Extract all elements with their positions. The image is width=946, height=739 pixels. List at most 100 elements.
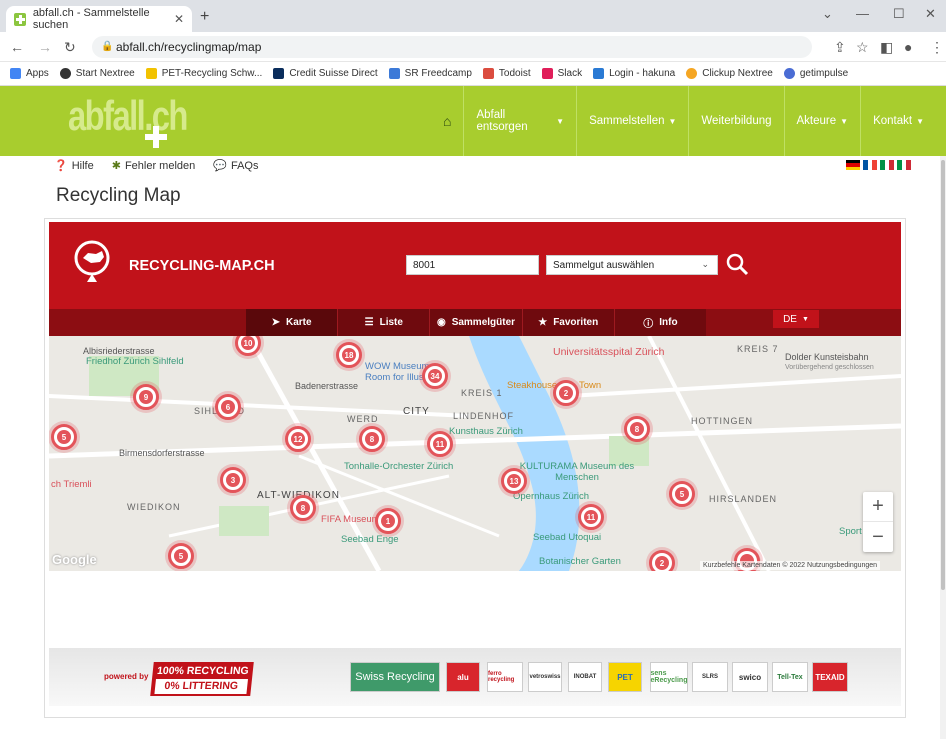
zoom-out-button[interactable]: − — [863, 522, 893, 552]
faqs-link[interactable]: 💬 FAQs — [213, 159, 258, 173]
partner-alu[interactable]: alu — [446, 662, 480, 692]
tab-info[interactable]: ⓘ Info — [613, 309, 706, 336]
bookmark-getimpulse[interactable]: getimpulse — [783, 68, 848, 79]
close-tab-icon[interactable]: ✕ — [174, 12, 184, 26]
tab-liste[interactable]: ☰ Liste — [337, 309, 429, 336]
partner-sens[interactable]: sens eRecycling — [650, 662, 688, 692]
tab-search-icon[interactable]: ⌄ — [822, 6, 833, 22]
new-tab-button[interactable]: + — [200, 8, 209, 26]
url-text: abfall.ch/recyclingmap/map — [116, 40, 262, 54]
report-error-link[interactable]: ✱ Fehler melden — [112, 159, 196, 173]
site-logo[interactable]: abfall.ch — [68, 92, 188, 140]
map-marker[interactable]: 12 — [285, 426, 311, 452]
minimize-button[interactable]: — — [856, 6, 869, 21]
map-label-poi: Tonhalle-Orchester Zürich — [344, 461, 454, 472]
maximize-button[interactable]: ☐ — [893, 6, 905, 22]
nav-home[interactable]: ⌂ — [431, 86, 463, 156]
map-marker[interactable]: 5 — [168, 543, 194, 569]
zip-input[interactable]: 8001 — [406, 255, 539, 275]
partner-tell-tex[interactable]: Tell-Tex — [772, 662, 808, 692]
address-bar[interactable]: 🔒 abfall.ch/recyclingmap/map — [92, 36, 812, 58]
map-marker[interactable]: 5 — [669, 481, 695, 507]
help-link[interactable]: ❓ Hilfe — [54, 159, 94, 173]
map-marker[interactable]: 2 — [553, 380, 579, 406]
badge-line2: 0% LITTERING — [154, 679, 248, 694]
map-canvas[interactable]: Albisriederstrasse Friedhof Zürich Sihlf… — [49, 336, 901, 571]
sidepanel-icon[interactable]: ◧ — [880, 39, 893, 56]
map-marker[interactable]: 8 — [359, 426, 385, 452]
recycling-littering-badge[interactable]: 100% RECYCLING 0% LITTERING — [150, 662, 254, 696]
bookmark-start-nextree[interactable]: Start Nextree — [59, 68, 135, 79]
page-scrollbar-thumb[interactable] — [941, 160, 945, 590]
language-dropdown[interactable]: DE ▼ — [773, 310, 819, 328]
browser-tab[interactable]: abfall.ch - Sammelstelle suchen ✕ — [6, 6, 192, 32]
partner-swiss-recycling[interactable]: Swiss Recycling — [350, 662, 440, 692]
lock-icon: 🔒 — [101, 41, 114, 52]
bookmark-login-hakuna[interactable]: Login - hakuna — [593, 68, 675, 79]
flag-fr-icon[interactable] — [863, 160, 878, 170]
bookmark-star-icon[interactable]: ☆ — [856, 39, 869, 56]
bookmark-credit-suisse[interactable]: Credit Suisse Direct — [273, 68, 378, 79]
map-marker[interactable]: 5 — [51, 424, 77, 450]
dot-circle-icon: ◉ — [436, 317, 446, 328]
nav-abfall-entsorgen[interactable]: Abfall entsorgen ▼ — [463, 86, 576, 156]
flag-en-icon[interactable] — [897, 160, 912, 170]
share-icon[interactable]: ⇪ — [834, 39, 846, 56]
bookmark-sr-freedcamp[interactable]: SR Freedcamp — [388, 68, 472, 79]
bookmark-apps[interactable]: Apps — [10, 68, 49, 79]
back-icon[interactable]: ← — [10, 39, 24, 55]
nav-sammelstellen[interactable]: Sammelstellen ▼ — [576, 86, 688, 156]
bookmark-todoist[interactable]: Todoist — [482, 68, 531, 79]
nav-akteure[interactable]: Akteure ▼ — [783, 86, 861, 156]
map-marker[interactable]: 2 — [649, 550, 675, 571]
search-icon[interactable] — [724, 251, 750, 277]
bookmark-slack[interactable]: Slack — [541, 68, 582, 79]
map-marker[interactable]: 34 — [422, 363, 448, 389]
clickup-icon — [686, 68, 698, 79]
caret-down-icon: ▼ — [668, 116, 677, 126]
partner-texaid[interactable]: TEXAID — [812, 662, 848, 692]
map-label-district: WIEDIKON — [127, 502, 181, 512]
hakuna-icon — [593, 68, 605, 79]
map-marker[interactable]: 11 — [427, 431, 453, 457]
zoom-control: + − — [863, 492, 893, 552]
map-marker[interactable]: 11 — [578, 504, 604, 530]
caret-down-icon: ▼ — [801, 315, 809, 323]
map-marker[interactable]: 18 — [336, 342, 362, 368]
map-marker[interactable]: 6 — [215, 394, 241, 420]
partner-inobat[interactable]: INOBAT — [568, 662, 602, 692]
map-marker[interactable]: 3 — [220, 467, 246, 493]
menu-kebab-icon[interactable]: ⋮ — [930, 39, 944, 56]
partner-swico[interactable]: swico — [732, 662, 768, 692]
flag-de-icon[interactable] — [846, 160, 860, 170]
nav-weiterbildung[interactable]: Weiterbildung — [688, 86, 783, 156]
map-marker[interactable]: 1 — [375, 508, 401, 534]
map-marker[interactable]: 9 — [133, 384, 159, 410]
tab-karte[interactable]: ➤ Karte — [246, 309, 338, 336]
profile-avatar-icon[interactable]: ● — [904, 39, 912, 55]
bookmark-pet-recycling[interactable]: PET-Recycling Schw... — [145, 68, 262, 79]
map-marker[interactable]: 8 — [290, 495, 316, 521]
google-logo: Google — [52, 552, 97, 567]
nav-kontakt[interactable]: Kontakt ▼ — [860, 86, 946, 156]
map-label-poi: Steakhouse — [507, 380, 558, 391]
tab-favoriten[interactable]: ★ Favoriten — [521, 309, 614, 336]
map-marker[interactable]: 8 — [624, 416, 650, 442]
tab-sammelgueter[interactable]: ◉ Sammelgüter — [429, 309, 521, 336]
partner-slrs[interactable]: SLRS — [692, 662, 728, 692]
partner-vetroswiss[interactable]: vetroswiss — [528, 662, 562, 692]
map-marker[interactable]: 13 — [501, 468, 527, 494]
map-label-poi: Botanischer Garten — [539, 556, 621, 567]
window-close-button[interactable]: ✕ — [925, 6, 936, 22]
logo-cross-icon — [145, 126, 167, 148]
flag-it-icon[interactable] — [880, 160, 895, 170]
map-attribution[interactable]: Kurzbefehle Kartendaten © 2022 Nutzungsb… — [700, 561, 881, 570]
bookmark-clickup[interactable]: Clickup Nextree — [686, 68, 773, 79]
reload-icon[interactable]: ↻ — [64, 39, 76, 56]
category-select[interactable]: Sammelgut auswählen ⌄ — [546, 255, 718, 275]
forward-icon[interactable]: → — [38, 39, 52, 55]
partner-pet[interactable]: PET — [608, 662, 642, 692]
zoom-in-button[interactable]: + — [863, 492, 893, 522]
partner-ferro[interactable]: ferro recycling — [487, 662, 523, 692]
home-icon: ⌂ — [443, 113, 452, 129]
